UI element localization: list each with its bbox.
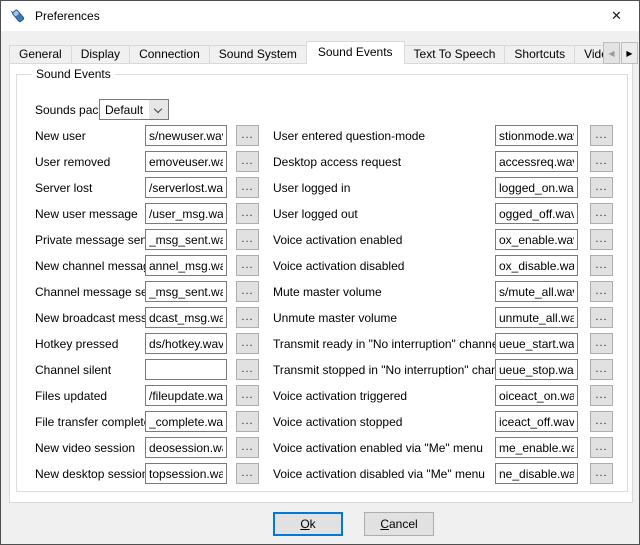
sound-event-label: Transmit ready in "No interruption" chan… <box>273 337 501 351</box>
tab-general[interactable]: General <box>9 45 72 63</box>
tab-text-to-speech[interactable]: Text To Speech <box>404 45 506 63</box>
ok-button[interactable]: Ok <box>273 512 343 536</box>
arrow-right-icon: ▶ <box>626 49 632 58</box>
window-title: Preferences <box>35 9 100 23</box>
sound-event-row: Voice activation disabled via "Me" menu … <box>10 463 632 484</box>
arrow-left-icon: ◀ <box>608 49 614 58</box>
sound-event-row: User logged in ... <box>10 177 632 198</box>
sound-file-input[interactable] <box>495 385 578 406</box>
sound-event-row: Unmute master volume ... <box>10 307 632 328</box>
sound-file-input[interactable] <box>495 333 578 354</box>
sound-file-input[interactable] <box>495 281 578 302</box>
close-button[interactable]: ✕ <box>594 1 639 31</box>
tab-video[interactable]: Video <box>574 45 605 63</box>
sound-file-input[interactable] <box>495 229 578 250</box>
browse-button[interactable]: ... <box>590 177 613 198</box>
browse-button[interactable]: ... <box>590 333 613 354</box>
sound-event-row: Voice activation disabled ... <box>10 255 632 276</box>
sound-event-label: Voice activation disabled via "Me" menu <box>273 467 485 481</box>
tab-display[interactable]: Display <box>71 45 130 63</box>
tab-panel-sound-events: Sound Events Sounds pack Default New use… <box>9 63 633 503</box>
ok-button-label: Ok <box>275 517 341 531</box>
cancel-button-label: Cancel <box>365 517 433 531</box>
sound-file-input[interactable] <box>495 177 578 198</box>
sounds-pack-value: Default <box>105 103 143 117</box>
sound-event-label: Voice activation disabled <box>273 259 404 273</box>
browse-button[interactable]: ... <box>590 125 613 146</box>
sound-event-label: Unmute master volume <box>273 311 397 325</box>
tab-connection[interactable]: Connection <box>129 45 210 63</box>
sound-file-input[interactable] <box>495 255 578 276</box>
sound-event-row: Voice activation enabled via "Me" menu .… <box>10 437 632 458</box>
sound-event-row: Desktop access request ... <box>10 151 632 172</box>
browse-button[interactable]: ... <box>590 255 613 276</box>
sound-event-row: Transmit ready in "No interruption" chan… <box>10 333 632 354</box>
close-icon: ✕ <box>611 8 622 24</box>
sound-event-label: Voice activation enabled <box>273 233 402 247</box>
browse-button[interactable]: ... <box>590 437 613 458</box>
cancel-button[interactable]: Cancel <box>364 512 434 536</box>
tab-scroll-left-button[interactable]: ◀ <box>603 42 620 64</box>
sound-event-row: Voice activation enabled ... <box>10 229 632 250</box>
sound-file-input[interactable] <box>495 307 578 328</box>
sound-event-label: Desktop access request <box>273 155 401 169</box>
sound-file-input[interactable] <box>495 437 578 458</box>
browse-button[interactable]: ... <box>590 203 613 224</box>
sound-event-row: Voice activation triggered ... <box>10 385 632 406</box>
sound-file-input[interactable] <box>495 125 578 146</box>
browse-button[interactable]: ... <box>590 463 613 484</box>
chevron-down-icon <box>149 100 168 119</box>
browse-button[interactable]: ... <box>590 229 613 250</box>
sound-file-input[interactable] <box>495 463 578 484</box>
browse-button[interactable]: ... <box>590 359 613 380</box>
tab-sound-events[interactable]: Sound Events <box>306 41 405 64</box>
sound-event-label: Transmit stopped in "No interruption" ch… <box>273 363 514 377</box>
sounds-pack-select[interactable]: Default <box>99 99 169 120</box>
browse-button[interactable]: ... <box>590 411 613 432</box>
sound-event-label: Voice activation enabled via "Me" menu <box>273 441 483 455</box>
sound-event-row: Transmit stopped in "No interruption" ch… <box>10 359 632 380</box>
sound-event-row: Voice activation stopped ... <box>10 411 632 432</box>
browse-button[interactable]: ... <box>590 385 613 406</box>
browse-button[interactable]: ... <box>590 151 613 172</box>
sound-event-label: User logged in <box>273 181 350 195</box>
sound-file-input[interactable] <box>495 151 578 172</box>
tab-bar: GeneralDisplayConnectionSound SystemSoun… <box>9 41 605 64</box>
sound-file-input[interactable] <box>495 411 578 432</box>
tab-scroll-right-button[interactable]: ▶ <box>621 42 638 64</box>
sounds-pack-label: Sounds pack <box>35 103 104 117</box>
browse-button[interactable]: ... <box>590 281 613 302</box>
sound-event-row: User logged out ... <box>10 203 632 224</box>
tab-shortcuts[interactable]: Shortcuts <box>504 45 575 63</box>
sound-file-input[interactable] <box>495 203 578 224</box>
preferences-window: Preferences ✕ GeneralDisplayConnectionSo… <box>0 0 640 545</box>
sound-event-label: Mute master volume <box>273 285 382 299</box>
sound-event-row: Mute master volume ... <box>10 281 632 302</box>
app-icon <box>10 8 26 24</box>
sound-event-label: User logged out <box>273 207 358 221</box>
sound-event-label: User entered question-mode <box>273 129 425 143</box>
group-title: Sound Events <box>32 67 115 81</box>
sound-event-label: Voice activation triggered <box>273 389 407 403</box>
sound-event-row: User entered question-mode ... <box>10 125 632 146</box>
tab-sound-system[interactable]: Sound System <box>209 45 307 63</box>
browse-button[interactable]: ... <box>590 307 613 328</box>
sound-event-label: Voice activation stopped <box>273 415 402 429</box>
titlebar: Preferences ✕ <box>1 1 639 31</box>
sound-file-input[interactable] <box>495 359 578 380</box>
